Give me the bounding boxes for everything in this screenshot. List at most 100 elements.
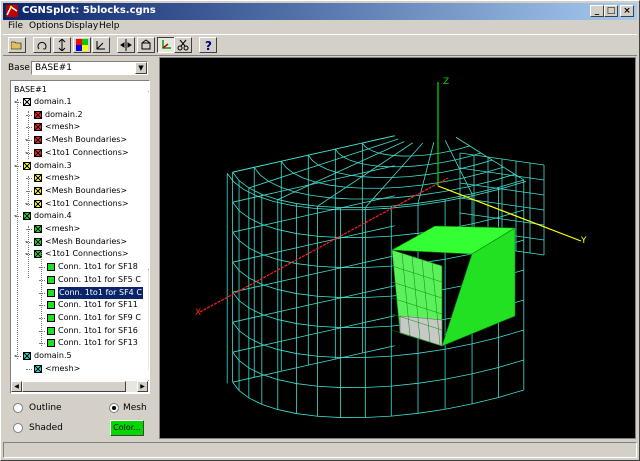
open-button[interactable]	[8, 37, 26, 53]
mesh-line	[455, 137, 525, 181]
base-label: Base	[8, 63, 30, 73]
visibility-checkbox-icon[interactable]	[34, 225, 42, 233]
menu-help[interactable]: Help	[99, 21, 120, 31]
visibility-checkbox-icon[interactable]	[34, 199, 42, 208]
minimize-button[interactable]: _	[590, 5, 604, 17]
z-axis-label: Z	[443, 77, 449, 87]
scroll-up-arrow-icon[interactable]: ▲	[148, 81, 149, 92]
base-select[interactable]: BASE#1 ▼	[31, 61, 148, 75]
translate-button[interactable]	[53, 37, 71, 53]
tree-view[interactable]: BASE#1 - domain.1 domain.2 <mesh> - <Mesh Bou…	[10, 80, 150, 394]
visibility-checkbox-icon[interactable]	[47, 263, 55, 272]
visibility-checkbox-icon[interactable]	[47, 275, 55, 284]
visibility-checkbox-icon[interactable]	[34, 186, 42, 195]
tree-root-label: BASE#1	[14, 85, 47, 94]
tree-item-label: domain.2	[45, 109, 83, 119]
help-button[interactable]: ?	[199, 37, 217, 53]
translate-icon	[58, 39, 66, 51]
scroll-thumb[interactable]	[148, 92, 149, 270]
axes-button[interactable]	[92, 37, 110, 53]
shaded-label: Shaded	[29, 423, 63, 433]
tree-horizontal-scrollbar[interactable]: ◀ ▶	[11, 381, 148, 392]
x-axis-label: X	[195, 308, 201, 318]
mesh-radio[interactable]	[109, 403, 119, 413]
axes-icon	[96, 41, 105, 50]
menu-display[interactable]: Display	[65, 21, 98, 31]
toolbar: ?	[3, 34, 637, 56]
visibility-checkbox-icon[interactable]	[23, 161, 31, 170]
mesh-line	[362, 142, 470, 157]
rotate-button[interactable]	[33, 37, 51, 53]
axis-toggle-icon	[162, 40, 171, 49]
cut-icon	[177, 39, 189, 51]
visibility-checkbox-icon[interactable]	[47, 301, 55, 310]
visibility-checkbox-icon[interactable]	[34, 364, 42, 373]
maximize-button[interactable]: □	[604, 5, 618, 17]
mesh-line	[232, 345, 395, 383]
scroll-down-arrow-icon[interactable]: ▼	[148, 370, 149, 381]
close-button[interactable]: ×	[620, 5, 634, 17]
tree-vertical-scrollbar[interactable]: ▲ ▼	[148, 81, 149, 381]
y-axis-label: Y	[580, 236, 587, 246]
chevron-down-icon[interactable]: ▼	[135, 62, 147, 74]
menu-file[interactable]: File	[8, 21, 23, 31]
visibility-checkbox-icon[interactable]	[47, 313, 55, 322]
tree-item-label: <mesh>	[45, 122, 81, 132]
visibility-checkbox-icon[interactable]	[34, 237, 42, 246]
visibility-checkbox-icon[interactable]	[47, 326, 55, 335]
colors-icon	[76, 39, 88, 51]
app-icon	[6, 5, 18, 17]
visibility-checkbox-icon[interactable]	[34, 136, 42, 145]
tree-connector	[39, 343, 45, 345]
window-title: CGNSplot: 5blocks.cgns	[22, 5, 156, 16]
svg-text:?: ?	[205, 39, 212, 51]
tree-item-label: Conn. 1to1 for SF5 C	[58, 274, 141, 284]
visibility-checkbox-icon[interactable]	[47, 288, 55, 297]
tree-connector	[39, 317, 45, 319]
mesh-line	[253, 167, 515, 200]
perspective-button[interactable]	[137, 37, 155, 53]
menu-options[interactable]: Options	[29, 21, 64, 31]
visibility-checkbox-icon[interactable]	[34, 148, 42, 157]
tree-connector	[39, 330, 45, 332]
tree-connector	[39, 292, 45, 294]
visibility-checkbox-icon[interactable]	[23, 212, 31, 221]
open-icon	[11, 41, 22, 50]
tree-connector	[26, 114, 32, 116]
color-button[interactable]: Color...	[110, 420, 144, 436]
mesh-label: Mesh	[123, 403, 147, 413]
cut-plane-button[interactable]	[117, 37, 135, 53]
mesh-line	[232, 381, 524, 418]
tree-item-label: <mesh>	[45, 363, 81, 373]
cut-button[interactable]	[174, 37, 192, 53]
visibility-checkbox-icon[interactable]	[23, 98, 31, 106]
shaded-radio[interactable]	[13, 423, 23, 433]
scroll-left-arrow-icon[interactable]: ◀	[11, 381, 22, 392]
visibility-checkbox-icon[interactable]	[34, 110, 42, 119]
mesh-line	[232, 225, 395, 263]
tree-connector	[39, 279, 45, 281]
axis-toggle-button[interactable]	[157, 37, 175, 53]
mesh-line	[232, 195, 395, 233]
outline-radio[interactable]	[13, 403, 23, 413]
tree-connector	[26, 178, 32, 180]
visibility-checkbox-icon[interactable]	[34, 174, 42, 183]
visibility-checkbox-icon[interactable]	[23, 352, 31, 360]
3d-viewport[interactable]: X Y Z	[159, 57, 636, 439]
mesh-render[interactable]: X Y Z	[160, 58, 635, 438]
tree-item-label: Conn. 1to1 for SF11	[58, 300, 138, 310]
colors-button[interactable]	[73, 37, 91, 53]
scroll-h-thumb[interactable]	[22, 381, 126, 392]
tree-item-label: Conn. 1to1 for SF16	[58, 325, 138, 335]
tree-item-label: Conn. 1to1 for SF18	[58, 262, 138, 272]
tree-connector	[39, 267, 45, 269]
visibility-checkbox-icon[interactable]	[34, 123, 42, 132]
scroll-right-arrow-icon[interactable]: ▶	[137, 381, 148, 392]
tree-item-label: domain.3	[34, 160, 72, 170]
menu-bar: File Options Display Help	[3, 20, 637, 34]
mesh-line	[334, 148, 482, 168]
tree-trunk	[28, 111, 29, 159]
rotate-icon	[37, 41, 47, 50]
visibility-checkbox-icon[interactable]	[47, 339, 55, 348]
cut-plane-icon	[120, 39, 132, 51]
